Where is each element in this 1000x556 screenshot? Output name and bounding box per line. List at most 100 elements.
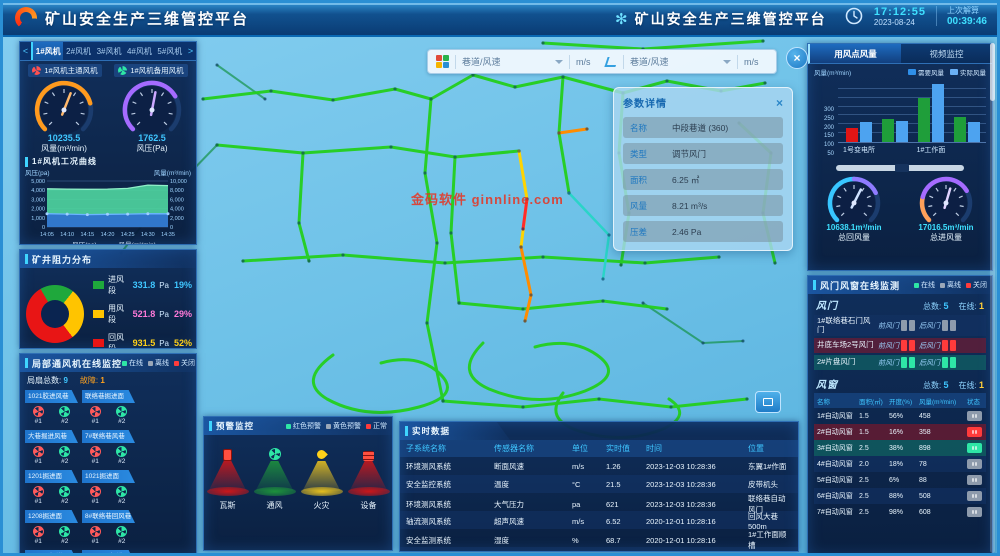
- window-row[interactable]: 3#自动风窗2.538%898: [814, 440, 986, 456]
- window-cell: 56%: [889, 413, 919, 420]
- local-fan-item[interactable]: 1208掘进面#1#2: [25, 510, 78, 546]
- realtime-cell: pa: [572, 500, 606, 509]
- fan-tab[interactable]: 3#风机: [94, 42, 124, 60]
- realtime-row[interactable]: 轴流测风系统超声风速m/s6.522020-12-01 10:28:16回风大巷…: [400, 511, 798, 529]
- realtime-cell: 1.26: [606, 462, 646, 471]
- local-fan-item[interactable]: 9#1208掘进面#1#2: [25, 550, 78, 556]
- legend-dot: [366, 424, 371, 429]
- realtime-cell: 2020-12-01 10:28:16: [646, 552, 748, 553]
- door-row[interactable]: 井底车场2号风门前风门后风门: [814, 338, 986, 353]
- fan-status-badge: 1#风机备用风机: [114, 64, 187, 77]
- local-fan-name: 1021胶进风巷: [25, 390, 78, 403]
- fan-icon: [116, 486, 127, 497]
- fan-unit-label: #1: [90, 498, 101, 505]
- display-mode-select-2[interactable]: 巷道/风速: [630, 55, 731, 68]
- alert-beacon[interactable]: 火灾: [300, 445, 344, 511]
- slice-unit: Pa: [159, 310, 170, 319]
- window-cell: 1.5: [859, 413, 889, 420]
- local-fan-name: 1208掘进面: [25, 510, 78, 523]
- airflow-bar-chart: 501001502002503001号变电所1#工作面: [814, 79, 986, 165]
- local-fan-item[interactable]: 1021胶进风巷#1#2: [25, 390, 78, 426]
- window-row[interactable]: 7#自动风窗2.598%608: [814, 504, 986, 520]
- realtime-row[interactable]: 环境测风系统断面风速m/s1.262023-12-03 10:28:36东翼1#…: [400, 457, 798, 475]
- prev-tab-arrow[interactable]: <: [20, 46, 31, 56]
- window-cell: 6#自动风窗: [817, 491, 859, 501]
- beacon-label: 设备: [347, 500, 391, 511]
- window-row[interactable]: 6#自动风窗2.588%508: [814, 488, 986, 504]
- alert-beacon[interactable]: 瓦斯: [206, 445, 250, 511]
- alert-beacon[interactable]: 通风: [253, 445, 297, 511]
- local-fan-name: 1021掘进面: [82, 470, 135, 483]
- window-cell: 2.5: [859, 493, 889, 500]
- chart-scrollbar[interactable]: [836, 165, 964, 171]
- door-state-group: 前风门: [878, 357, 915, 368]
- total-return-air-gauge: 10638.1m³/min 总回风量: [810, 174, 898, 243]
- realtime-row[interactable]: 安全监控系统温度°C21.52023-12-03 10:28:36皮带机头: [400, 475, 798, 493]
- realtime-cell: 轴流测风系统: [406, 516, 494, 527]
- window-state-chip: [967, 491, 982, 501]
- right-panel-collapse-button[interactable]: ×: [786, 47, 808, 69]
- svg-text:2,000: 2,000: [170, 216, 184, 222]
- fan-tab[interactable]: 2#风机: [63, 42, 93, 60]
- fan-icon: [116, 526, 127, 537]
- slice-unit: Pa: [159, 281, 170, 290]
- dialog-close-icon[interactable]: ×: [776, 97, 783, 109]
- dialog-field-row: 压差2.46 Pa: [623, 221, 783, 242]
- legend-item: 离线: [940, 280, 961, 290]
- fan-tab[interactable]: 1#风机: [31, 42, 63, 60]
- dialog-field-value: 6.25 ㎡: [672, 174, 699, 186]
- device-icon: [363, 451, 374, 461]
- realtime-row[interactable]: 环境测风系统风筒风速m/s3.212020-12-01 10:28:162#联络…: [400, 547, 798, 552]
- legend-label: 关闭: [973, 280, 987, 290]
- local-fan-item[interactable]: 1021掘进面#1#2: [82, 470, 135, 506]
- window-row[interactable]: 1#自动风窗1.556%458: [814, 408, 986, 424]
- door-window-title: 风门风窗在线监测: [820, 279, 900, 292]
- window-cell: 5#自动风窗: [817, 475, 859, 485]
- door-row[interactable]: 2#片盘风门前风门后风门: [814, 355, 986, 370]
- local-fan-item[interactable]: 大巷掘进风巷#1#2: [25, 430, 78, 466]
- fan-pressure-value: 1762.5: [110, 133, 194, 143]
- window-cell: 898: [919, 445, 967, 452]
- local-fan-item[interactable]: 联络巷掘进面#1#2: [82, 390, 135, 426]
- center-title: 矿山安全生产三维管控平台: [635, 9, 827, 29]
- map-fullscreen-button[interactable]: [755, 391, 781, 413]
- window-cell: 2.5: [859, 477, 889, 484]
- measure-icon[interactable]: [604, 57, 618, 67]
- tab-airflow-points[interactable]: 用风点风量: [808, 44, 901, 64]
- window-state-chip: [967, 427, 982, 437]
- layers-icon[interactable]: [436, 55, 449, 68]
- page-scrollbar[interactable]: [990, 43, 995, 553]
- window-cell: 98%: [889, 509, 919, 516]
- door-name: 井底车场2号风门: [817, 341, 874, 350]
- window-row[interactable]: 4#自动风窗2.018%78: [814, 456, 986, 472]
- fan-tab[interactable]: 4#风机: [124, 42, 154, 60]
- window-state-chip: [967, 411, 982, 421]
- fan-tab[interactable]: 5#风机: [155, 42, 185, 60]
- display-mode-select-1[interactable]: 巷道/风速: [462, 55, 563, 68]
- local-fan-item[interactable]: 8#联络巷回风巷#1#2: [82, 510, 135, 546]
- local-fan-item[interactable]: 10#1208掘进面#1#2: [82, 550, 135, 556]
- door-state-group: 前风门: [878, 340, 915, 351]
- tab-video-monitor[interactable]: 视频监控: [901, 44, 992, 64]
- door-state-icon: [950, 340, 956, 351]
- local-fan-item[interactable]: 1201掘进面#1#2: [25, 470, 78, 506]
- realtime-row[interactable]: 安全监测系统湿度%68.72020-12-01 10:28:161#工作面顺槽: [400, 529, 798, 547]
- beacon-cone: [350, 461, 388, 491]
- bar-实际风量: [932, 84, 944, 143]
- svg-text:2,000: 2,000: [31, 207, 45, 213]
- realtime-row[interactable]: 环境测风系统大气压力pa6212023-12-03 10:28:36联络巷自动风…: [400, 493, 798, 511]
- door-row[interactable]: 1#联络巷石门风门前风门后风门: [814, 315, 986, 336]
- alert-beacon[interactable]: 设备: [347, 445, 391, 511]
- window-row[interactable]: 5#自动风窗2.56%88: [814, 472, 986, 488]
- legend-label: 在线: [921, 280, 935, 290]
- fan-pressure-gauge: 1762.5 风压(Pa): [110, 78, 194, 154]
- fan-icon: [90, 526, 101, 537]
- fan-status-badge: 1#风机主通风机: [28, 64, 101, 77]
- mine-3d-dashboard: 金码软件 ginnline.com 矿山安全生产三维管控平台 ✻ 矿山安全生产三…: [0, 0, 1000, 556]
- dialog-title: 参数详情: [623, 95, 667, 110]
- bar-实际风量: [968, 122, 980, 142]
- next-tab-arrow[interactable]: >: [185, 46, 196, 56]
- realtime-cell: 2020-12-01 10:28:16: [646, 536, 748, 545]
- window-row[interactable]: 2#自动风窗1.516%358: [814, 424, 986, 440]
- local-fan-item[interactable]: 7#联络巷风巷#1#2: [82, 430, 135, 466]
